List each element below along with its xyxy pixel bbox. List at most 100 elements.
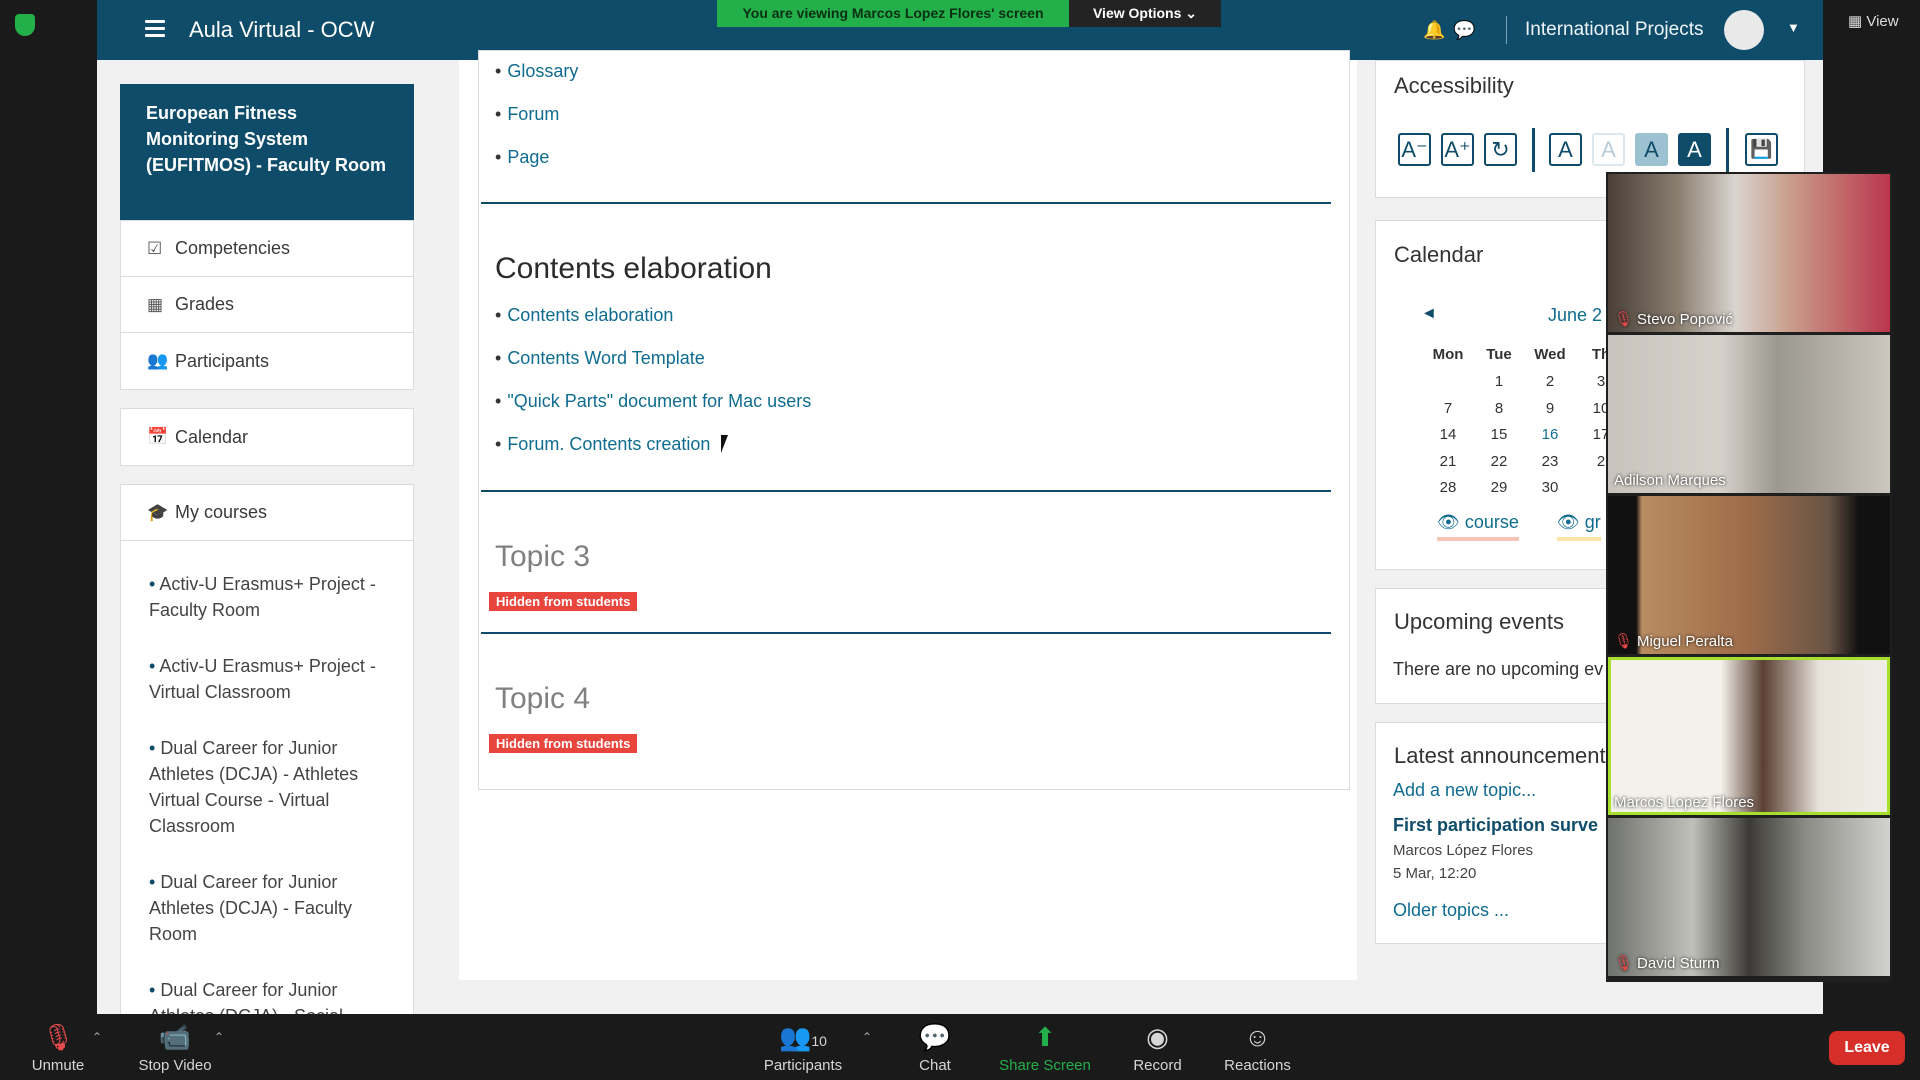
nav-calendar[interactable]: 📅 Calendar	[121, 409, 413, 465]
view-options-button[interactable]: View Options ⌄	[1069, 0, 1221, 27]
calendar-day[interactable]: 8	[1479, 400, 1519, 417]
nav-competencies[interactable]: ☑ Competencies	[121, 221, 413, 277]
contrast-medium-button[interactable]: A	[1635, 133, 1668, 166]
calendar-day[interactable]: 2	[1530, 373, 1570, 390]
record-button[interactable]: ◉ Record	[1120, 1014, 1195, 1080]
increase-text-button[interactable]: A⁺	[1441, 133, 1474, 166]
shield-icon[interactable]	[15, 14, 35, 36]
section-divider	[481, 632, 1331, 634]
announcement-title[interactable]: First participation surve	[1393, 815, 1598, 836]
decrease-text-button[interactable]: A⁻	[1398, 133, 1431, 166]
site-title[interactable]: Aula Virtual - OCW	[189, 17, 374, 43]
course-title[interactable]: European Fitness Monitoring System (EUFI…	[120, 84, 414, 220]
course-link[interactable]: • Dual Career for Junior Athletes (DCJA)…	[121, 977, 413, 1014]
record-label: Record	[1133, 1057, 1182, 1074]
reactions-button[interactable]: ☺ Reactions	[1215, 1014, 1300, 1080]
accessibility-divider	[1532, 128, 1535, 172]
audio-options-caret[interactable]: ⌃	[92, 1030, 102, 1044]
course-link[interactable]: • Dual Career for Junior Athletes (DCJA)…	[121, 869, 413, 947]
calendar-day[interactable]: 29	[1479, 479, 1519, 496]
calendar-day[interactable]: 1	[1479, 373, 1519, 390]
nav-label: Calendar	[175, 426, 249, 447]
video-options-caret[interactable]: ⌃	[214, 1030, 224, 1044]
participants-icon: 👥10	[779, 1022, 827, 1052]
video-tile-active[interactable]: Marcos Lopez Flores	[1608, 657, 1890, 815]
calendar-day[interactable]: 14	[1428, 426, 1468, 443]
smiley-icon: ☺	[1244, 1022, 1271, 1052]
save-settings-icon[interactable]: 💾	[1745, 133, 1778, 166]
calendar-key-course[interactable]: 👁 course	[1437, 512, 1519, 541]
activity-quick-parts[interactable]: • "Quick Parts" document for Mac users	[495, 391, 811, 412]
calendar-month[interactable]: June 2	[1548, 305, 1602, 326]
user-name[interactable]: International Projects	[1525, 19, 1704, 41]
participants-options-caret[interactable]: ⌃	[862, 1030, 872, 1044]
section-divider	[481, 490, 1331, 492]
record-icon: ◉	[1146, 1022, 1169, 1052]
bell-icon[interactable]: 🔔	[1423, 20, 1445, 41]
add-topic-link[interactable]: Add a new topic...	[1393, 780, 1536, 801]
message-icon[interactable]: 💬	[1453, 20, 1475, 41]
contrast-light-button[interactable]: A	[1592, 133, 1625, 166]
meeting-toolbar: 🎙 Unmute ⌃ 📹 Stop Video ⌃ 👥10 Participan…	[0, 1014, 1920, 1080]
leave-button[interactable]: Leave	[1829, 1031, 1905, 1065]
course-link[interactable]: • Activ-U Erasmus+ Project - Virtual Cla…	[121, 653, 413, 705]
stop-video-button[interactable]: 📹 Stop Video	[130, 1014, 220, 1080]
contrast-default-button[interactable]: A	[1549, 133, 1582, 166]
hamburger-menu-icon[interactable]	[145, 20, 165, 38]
calendar-day[interactable]: 30	[1530, 479, 1570, 496]
users-icon: 👥	[147, 351, 169, 370]
activity-page[interactable]: • Page	[495, 147, 549, 168]
activity-forum-contents-creation[interactable]: • Forum. Contents creation	[495, 434, 710, 455]
nav-my-courses[interactable]: 🎓 My courses	[121, 485, 413, 541]
calendar-day[interactable]: 21	[1428, 453, 1468, 470]
view-button[interactable]: ▦ View	[1848, 12, 1899, 30]
contrast-dark-button[interactable]: A	[1678, 133, 1711, 166]
graduation-cap-icon: 🎓	[147, 502, 169, 522]
activity-contents-word-template[interactable]: • Contents Word Template	[495, 348, 705, 369]
video-tile[interactable]: 🎙 Miguel Peralta	[1608, 496, 1890, 654]
previous-month-icon[interactable]: ◄	[1421, 305, 1437, 323]
calendar-icon: 📅	[147, 427, 169, 446]
video-tile[interactable]: 🎙 David Sturm	[1608, 818, 1890, 976]
activity-forum[interactable]: • Forum	[495, 104, 559, 125]
nav-participants[interactable]: 👥 Participants	[121, 333, 413, 389]
calendar-day[interactable]: 23	[1530, 453, 1570, 470]
course-link[interactable]: • Activ-U Erasmus+ Project - Faculty Roo…	[121, 571, 413, 623]
course-link-label: Dual Career for Junior Athletes (DCJA) -…	[149, 738, 359, 836]
nav-label: Grades	[175, 294, 235, 314]
calendar-day[interactable]: 22	[1479, 453, 1519, 470]
avatar[interactable]	[1724, 10, 1764, 50]
participants-button[interactable]: 👥10 Participants	[755, 1014, 851, 1080]
announcement-date: 5 Mar, 12:20	[1393, 865, 1477, 882]
hidden-badge: Hidden from students	[489, 734, 638, 753]
calendar-key-group[interactable]: 👁 gr	[1556, 512, 1601, 541]
chevron-down-icon[interactable]: ▼	[1787, 20, 1800, 35]
older-topics-link[interactable]: Older topics ...	[1393, 900, 1509, 921]
activity-contents-elaboration[interactable]: • Contents elaboration	[495, 305, 673, 326]
accessibility-divider	[1726, 128, 1729, 172]
upcoming-events-text: There are no upcoming ev	[1393, 659, 1604, 679]
course-nav: ☑ Competencies ▦ Grades 👥 Participants	[120, 220, 414, 390]
calendar-day[interactable]: 16	[1530, 426, 1570, 443]
share-screen-button[interactable]: ⬆ Share Screen	[995, 1014, 1095, 1080]
calendar-day[interactable]: 9	[1530, 400, 1570, 417]
block-title: Upcoming events	[1394, 609, 1564, 634]
course-link-label: Dual Career for Junior Athletes (DCJA) -…	[149, 980, 343, 1014]
video-tile[interactable]: Adilson Marques	[1608, 335, 1890, 493]
participant-name: 🎙 David Sturm	[1614, 955, 1720, 972]
reset-text-button[interactable]: ↻	[1484, 133, 1517, 166]
unmute-button[interactable]: 🎙 Unmute	[18, 1014, 98, 1080]
calendar-day[interactable]: 28	[1428, 479, 1468, 496]
nav-grades[interactable]: ▦ Grades	[121, 277, 413, 333]
chat-button[interactable]: 💬 Chat	[900, 1014, 970, 1080]
course-link[interactable]: • Dual Career for Junior Athletes (DCJA)…	[121, 735, 413, 839]
announcement-author: Marcos López Flores	[1393, 842, 1534, 859]
muted-mic-icon: 🎙	[1614, 633, 1634, 650]
video-tile[interactable]: 🎙 Stevo Popović	[1608, 174, 1890, 332]
calendar-day-header: Tue	[1486, 346, 1512, 363]
calendar-day[interactable]: 7	[1428, 400, 1468, 417]
share-banner: You are viewing Marcos Lopez Flores' scr…	[717, 0, 1069, 27]
activity-glossary[interactable]: • Glossary	[495, 61, 578, 82]
nav-label: Competencies	[175, 238, 291, 258]
calendar-day[interactable]: 15	[1479, 426, 1519, 443]
